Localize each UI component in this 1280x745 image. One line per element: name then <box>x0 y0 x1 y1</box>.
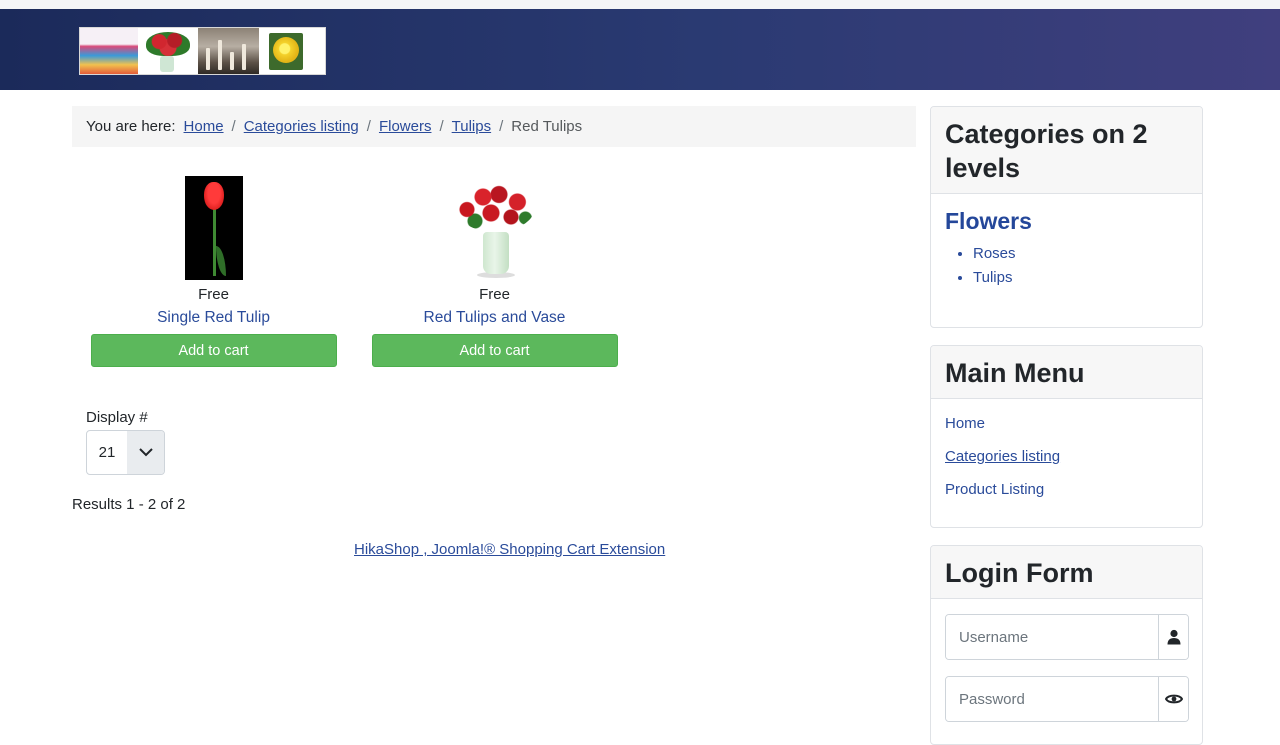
breadcrumb-separator: / <box>231 118 236 135</box>
logo-candles-image <box>197 28 260 74</box>
password-input[interactable] <box>946 677 1158 721</box>
subcategory-roses-link[interactable]: Roses <box>973 245 1188 262</box>
product-price: Free <box>479 286 510 303</box>
username-input[interactable] <box>946 615 1158 659</box>
product-price: Free <box>198 286 229 303</box>
subcategory-tulips-link[interactable]: Tulips <box>973 269 1188 286</box>
menu-item-categories-listing[interactable]: Categories listing <box>945 448 1188 467</box>
hikashop-footer-link[interactable]: HikaShop , Joomla!® Shopping Cart Extens… <box>354 541 665 558</box>
logo-gifts-image <box>80 28 138 74</box>
results-count: Results 1 - 2 of 2 <box>72 496 186 513</box>
chevron-down-icon[interactable] <box>127 431 164 474</box>
breadcrumb-prefix: You are here: <box>86 118 176 135</box>
site-header <box>0 9 1280 90</box>
site-logo[interactable] <box>79 27 326 75</box>
breadcrumb: You are here: Home / Categories listing … <box>72 106 916 147</box>
breadcrumb-tulips-link[interactable]: Tulips <box>452 118 491 135</box>
breadcrumb-home-link[interactable]: Home <box>184 118 224 135</box>
categories-module-title: Categories on 2 levels <box>931 107 1202 194</box>
logo-roses-image <box>137 28 198 74</box>
password-field-group <box>945 676 1189 722</box>
display-count-value: 21 <box>98 444 116 461</box>
categories-module: Categories on 2 levels Flowers Roses Tul… <box>930 106 1203 328</box>
breadcrumb-flowers-link[interactable]: Flowers <box>379 118 432 135</box>
breadcrumb-separator: / <box>499 118 504 135</box>
product-name-link[interactable]: Red Tulips and Vase <box>371 309 618 327</box>
breadcrumb-current: Red Tulips <box>511 118 583 135</box>
breadcrumb-separator: / <box>366 118 371 135</box>
username-field-group <box>945 614 1189 660</box>
breadcrumb-categories-link[interactable]: Categories listing <box>244 118 359 135</box>
eye-icon[interactable] <box>1158 677 1188 721</box>
user-icon <box>1158 615 1188 659</box>
login-module-title: Login Form <box>931 546 1202 599</box>
logo-yellow-rose-image <box>259 28 325 74</box>
add-to-cart-button[interactable]: Add to cart <box>90 334 337 367</box>
subcategory-list: Roses Tulips <box>945 245 1188 286</box>
product-image-tulip[interactable] <box>184 176 243 280</box>
display-count-label: Display # <box>86 409 148 426</box>
product-image-vase[interactable] <box>453 176 537 280</box>
display-count-select[interactable]: 21 <box>86 430 165 475</box>
breadcrumb-separator: / <box>439 118 444 135</box>
add-to-cart-button[interactable]: Add to cart <box>371 334 618 367</box>
menu-item-product-listing[interactable]: Product Listing <box>945 481 1188 500</box>
product-name-link[interactable]: Single Red Tulip <box>90 309 337 327</box>
main-menu-module: Main Menu Home Categories listing Produc… <box>930 345 1203 528</box>
login-module: Login Form <box>930 545 1203 745</box>
main-menu-title: Main Menu <box>931 346 1202 399</box>
top-strip <box>0 0 1280 9</box>
product-card-single-red-tulip: Free Single Red Tulip Add to cart <box>90 176 337 367</box>
category-flowers-link[interactable]: Flowers <box>945 208 1188 235</box>
menu-item-home[interactable]: Home <box>945 415 1188 434</box>
product-card-red-tulips-vase: Free Red Tulips and Vase Add to cart <box>371 176 618 367</box>
